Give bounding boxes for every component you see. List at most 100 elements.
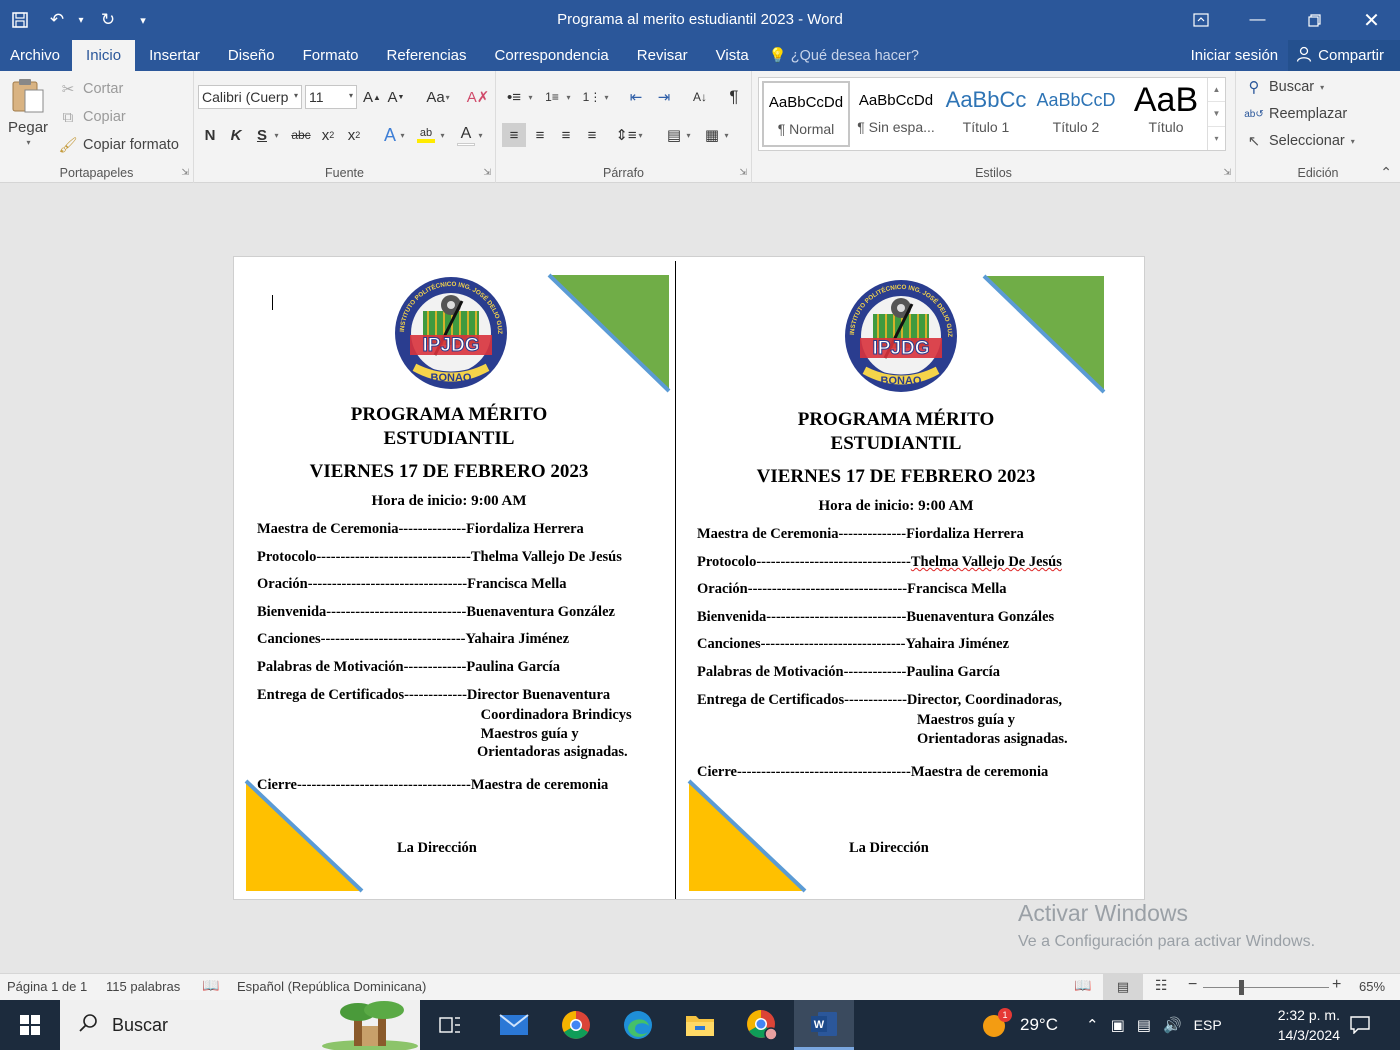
undo-dropdown-icon[interactable]: ▾	[74, 0, 88, 40]
grow-font-icon[interactable]: A ▲	[360, 85, 384, 109]
zoom-level[interactable]: 65%	[1359, 979, 1385, 994]
close-icon[interactable]: ✕	[1343, 0, 1400, 40]
font-size-dropdown-icon[interactable]: ▾	[349, 91, 353, 100]
bullets-dropdown-icon[interactable]: ▾	[524, 85, 536, 109]
style-normal[interactable]: AaBbCcDd ¶ Normal	[762, 81, 850, 147]
line-spacing-dropdown-icon[interactable]: ▾	[634, 123, 646, 147]
style-heading-1[interactable]: AaBbCc Título 1	[942, 81, 1030, 147]
sort-icon[interactable]: A↓	[688, 85, 712, 109]
print-layout-icon[interactable]: ▤	[1103, 974, 1143, 1000]
borders-dropdown-icon[interactable]: ▾	[720, 123, 732, 147]
style-no-spacing[interactable]: AaBbCcDd ¶ Sin espa...	[852, 81, 940, 147]
tray-chevron-icon[interactable]: ⌃	[1086, 1016, 1099, 1034]
paste-dropdown-icon[interactable]: ▾	[27, 138, 31, 147]
zoom-slider-thumb[interactable]	[1239, 980, 1244, 995]
styles-scroll-up-icon[interactable]: ▲	[1208, 78, 1225, 103]
underline-dropdown-icon[interactable]: ▾	[270, 123, 282, 147]
font-name-dropdown-icon[interactable]: ▾	[294, 91, 298, 100]
find-button[interactable]: ⚲ Buscar ▾	[1244, 77, 1325, 97]
chrome-profile-icon[interactable]	[732, 1000, 792, 1050]
word-count[interactable]: 115 palabras	[106, 979, 180, 994]
zoom-in-icon[interactable]: +	[1332, 976, 1341, 994]
select-dropdown-icon[interactable]: ▾	[1351, 137, 1355, 146]
web-layout-icon[interactable]: ☷	[1155, 977, 1168, 994]
highlight-icon[interactable]: ab	[414, 123, 438, 147]
font-size-combo[interactable]: 11 ▾	[305, 85, 357, 109]
shading-dropdown-icon[interactable]: ▾	[682, 123, 694, 147]
tab-correspondencia[interactable]: Correspondencia	[481, 40, 623, 71]
styles-more-icon[interactable]: ▾	[1208, 127, 1225, 150]
select-button[interactable]: ↖ Seleccionar ▾	[1244, 131, 1355, 151]
decrease-indent-icon[interactable]: ⇤	[624, 85, 648, 109]
save-icon[interactable]	[0, 0, 40, 40]
align-left-icon[interactable]: ≡	[502, 123, 526, 147]
numbering-icon[interactable]: 1≡	[540, 85, 564, 109]
page-count[interactable]: Página 1 de 1	[7, 979, 87, 994]
bullets-icon[interactable]: •≡	[502, 85, 526, 109]
paragraph-launcher-icon[interactable]: ⇲	[739, 167, 747, 178]
redo-icon[interactable]: ↻	[88, 0, 128, 40]
taskbar-search[interactable]: Buscar	[60, 1000, 420, 1050]
edge-icon[interactable]	[608, 1000, 668, 1050]
proofing-icon[interactable]: 📖	[202, 977, 219, 994]
tab-insertar[interactable]: Insertar	[135, 40, 214, 71]
tell-me-box[interactable]: 💡 ¿Qué desea hacer?	[763, 40, 919, 71]
word-icon[interactable]: W	[794, 1000, 854, 1050]
clear-formatting-icon[interactable]: A✗	[466, 85, 490, 109]
multilevel-dropdown-icon[interactable]: ▾	[600, 85, 612, 109]
tab-archivo[interactable]: Archivo	[0, 40, 72, 71]
subscript-icon[interactable]: x2	[316, 123, 340, 147]
zoom-slider-track[interactable]	[1203, 987, 1329, 988]
align-right-icon[interactable]: ≡	[554, 123, 578, 147]
clipboard-launcher-icon[interactable]: ⇲	[181, 167, 189, 178]
document-page[interactable]: IPJDG BONAO INSTITUTO POLITÉCNICO ING. J…	[233, 256, 1145, 900]
style-title[interactable]: AaB Título	[1122, 81, 1210, 147]
format-painter-button[interactable]: 🖌 Copiar formato	[58, 135, 178, 155]
restore-icon[interactable]	[1286, 0, 1343, 40]
tab-formato[interactable]: Formato	[289, 40, 373, 71]
file-explorer-icon[interactable]	[670, 1000, 730, 1050]
weather-widget[interactable]: 1 29°C	[982, 1000, 1058, 1050]
styles-scroll-down-icon[interactable]: ▼	[1208, 102, 1225, 127]
collapse-ribbon-icon[interactable]: ⌃	[1380, 164, 1392, 181]
tab-vista[interactable]: Vista	[702, 40, 763, 71]
style-heading-2[interactable]: AaBbCcD Título 2	[1032, 81, 1120, 147]
volume-icon[interactable]: 🔊	[1163, 1016, 1182, 1034]
numbering-dropdown-icon[interactable]: ▾	[562, 85, 574, 109]
pilcrow-icon[interactable]: ¶	[722, 85, 746, 109]
justify-icon[interactable]: ≡	[580, 123, 604, 147]
tab-revisar[interactable]: Revisar	[623, 40, 702, 71]
tab-diseno[interactable]: Diseño	[214, 40, 289, 71]
sign-in-link[interactable]: Iniciar sesión	[1181, 40, 1289, 71]
share-button[interactable]: Compartir	[1288, 40, 1400, 71]
language[interactable]: Español (República Dominicana)	[237, 979, 426, 994]
find-dropdown-icon[interactable]: ▾	[1320, 83, 1324, 92]
network-icon[interactable]: ▤	[1137, 1016, 1151, 1034]
paste-button[interactable]: Pegar ▾	[8, 77, 48, 147]
tab-referencias[interactable]: Referencias	[372, 40, 480, 71]
styles-launcher-icon[interactable]: ⇲	[1223, 167, 1231, 178]
tab-inicio[interactable]: Inicio	[72, 40, 136, 71]
chrome-icon[interactable]	[546, 1000, 606, 1050]
font-name-combo[interactable]: Calibri (Cuerp ▾	[198, 85, 302, 109]
input-language[interactable]: ESP	[1194, 1017, 1222, 1033]
font-launcher-icon[interactable]: ⇲	[483, 167, 491, 178]
taskbar-clock[interactable]: 2:32 p. m. 14/3/2024	[1278, 1005, 1340, 1045]
read-mode-icon[interactable]: 📖	[1074, 977, 1091, 994]
strikethrough-icon[interactable]: abc	[288, 123, 314, 147]
highlight-dropdown-icon[interactable]: ▾	[436, 123, 448, 147]
undo-icon[interactable]: ↶	[40, 0, 74, 40]
replace-button[interactable]: ab↺ Reemplazar	[1244, 104, 1347, 124]
minimize-icon[interactable]: —	[1229, 0, 1286, 40]
zoom-out-icon[interactable]: −	[1188, 976, 1197, 994]
mail-icon[interactable]	[484, 1000, 544, 1050]
customize-qat-icon[interactable]: ▾	[128, 0, 158, 40]
windows-start-icon[interactable]	[0, 1000, 60, 1050]
notifications-icon[interactable]	[1340, 1000, 1380, 1050]
ribbon-display-options-icon[interactable]	[1172, 0, 1229, 40]
cut-button[interactable]: ✂ Cortar	[58, 79, 124, 99]
shrink-font-icon[interactable]: A ▼	[384, 85, 408, 109]
font-color-dropdown-icon[interactable]: ▾	[474, 123, 486, 147]
align-center-icon[interactable]: ≡	[528, 123, 552, 147]
increase-indent-icon[interactable]: ⇥	[652, 85, 676, 109]
